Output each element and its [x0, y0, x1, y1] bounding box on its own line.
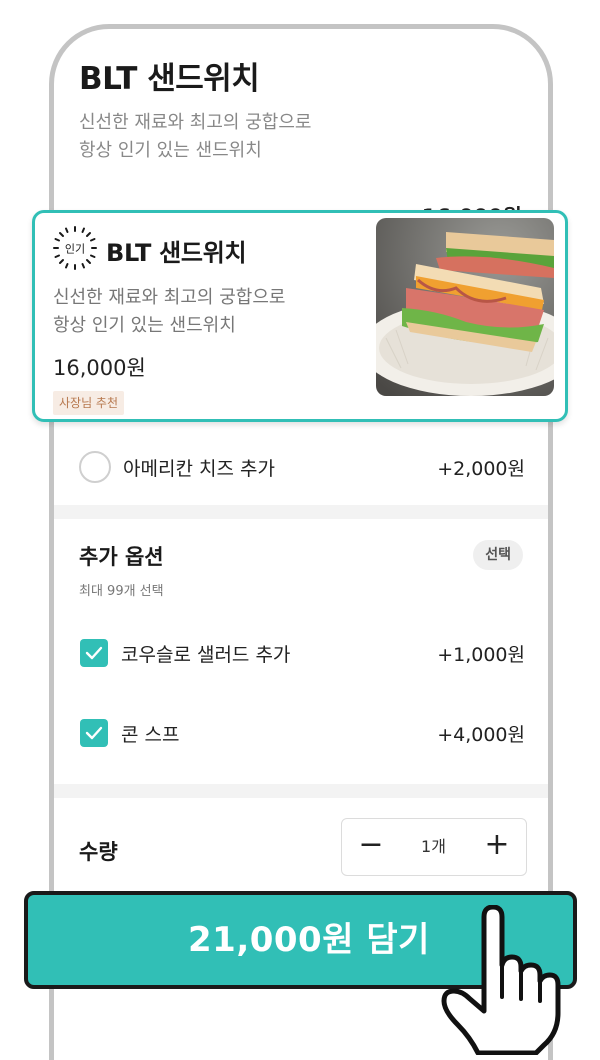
option-price: +1,000원 — [437, 644, 525, 666]
page-title: BLT 샌드위치 — [79, 61, 260, 97]
check-icon[interactable] — [80, 639, 108, 667]
description-line-2: 항상 인기 있는 샌드위치 — [79, 140, 262, 161]
card-description: 신선한 재료와 최고의 궁합으로 항상 인기 있는 샌드위치 — [53, 284, 363, 340]
radio-icon[interactable] — [79, 451, 111, 483]
sandwich-image — [376, 218, 554, 396]
quantity-stepper: − 1개 + — [341, 818, 527, 876]
plus-icon[interactable]: + — [468, 819, 526, 875]
option-label: 아메리칸 치즈 추가 — [123, 458, 275, 480]
option-corn-soup[interactable]: 콘 스프 +4,000원 — [79, 719, 525, 747]
option-label: 콘 스프 — [121, 724, 180, 746]
pointing-hand-icon — [441, 905, 561, 1055]
option-american-cheese[interactable]: 아메리칸 치즈 추가 +2,000원 — [79, 451, 525, 483]
card-description-line-2: 항상 인기 있는 샌드위치 — [53, 315, 236, 336]
quantity-label: 수량 — [79, 840, 118, 864]
option-label: 코우슬로 샐러드 추가 — [121, 644, 291, 666]
select-badge: 선택 — [473, 540, 523, 570]
description-line-1: 신선한 재료와 최고의 궁합으로 — [79, 112, 312, 133]
owner-recommend-badge: 사장님 추천 — [53, 391, 125, 415]
section-divider — [54, 505, 548, 519]
product-description: 신선한 재료와 최고의 궁합으로 항상 인기 있는 샌드위치 — [79, 109, 379, 165]
popular-badge-label: 인기 — [65, 243, 85, 256]
extra-options-subtitle: 최대 99개 선택 — [79, 584, 164, 599]
option-price: +4,000원 — [437, 724, 525, 746]
extra-options-title: 추가 옵션 — [79, 545, 164, 569]
option-price: +2,000원 — [437, 458, 525, 480]
card-price: 16,000원 — [53, 356, 146, 380]
card-description-line-1: 신선한 재료와 최고의 궁합으로 — [53, 287, 286, 308]
option-coleslaw[interactable]: 코우슬로 샐러드 추가 +1,000원 — [79, 639, 525, 667]
card-title: BLT 샌드위치 — [106, 239, 247, 267]
check-icon[interactable] — [80, 719, 108, 747]
product-card-highlight: 인기 BLT 샌드위치 신선한 재료와 최고의 궁합으로 항상 인기 있는 샌드… — [32, 210, 568, 422]
minus-icon[interactable]: − — [342, 819, 400, 875]
popular-badge-icon: 인기 — [53, 226, 97, 270]
section-divider — [54, 784, 548, 798]
quantity-value: 1개 — [421, 837, 446, 856]
